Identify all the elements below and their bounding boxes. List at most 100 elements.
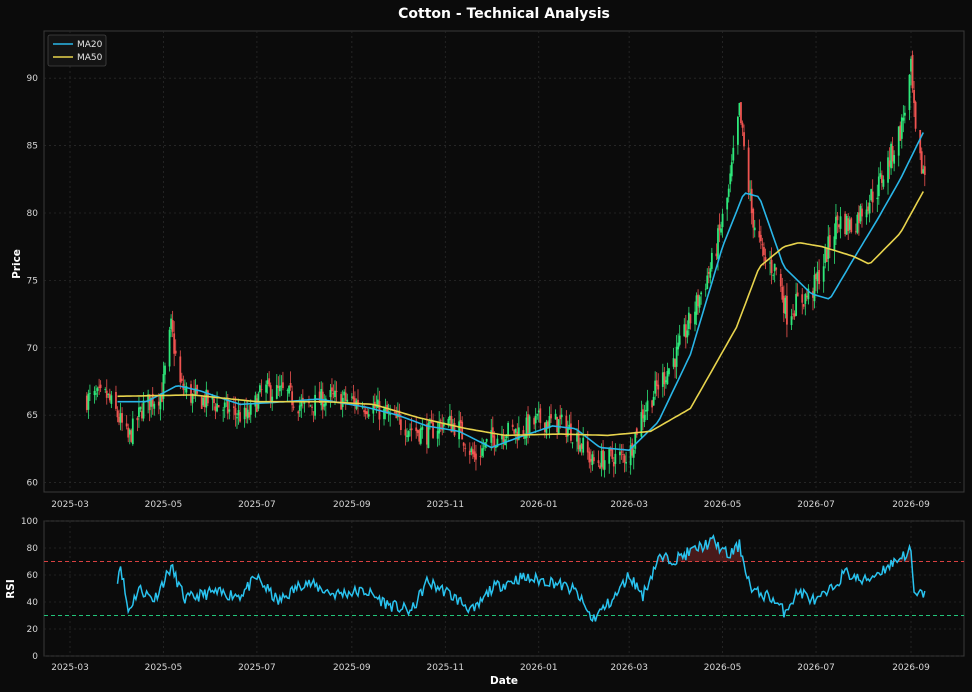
candle-body: [795, 293, 798, 316]
candle-body: [634, 431, 637, 449]
candle-body: [95, 393, 97, 395]
candle-body: [805, 295, 808, 298]
candle-body: [694, 311, 696, 325]
candle-body: [481, 448, 483, 456]
candle-body: [643, 414, 646, 423]
candle-body: [217, 405, 220, 408]
candle-body: [331, 387, 333, 392]
candle-body: [350, 396, 353, 398]
candle-body: [717, 228, 719, 259]
candle-body: [839, 216, 842, 229]
candle-body: [845, 216, 848, 235]
candle-body: [236, 417, 238, 419]
candle-body: [586, 441, 589, 453]
candle-body: [164, 365, 166, 375]
candle-body: [868, 202, 871, 214]
candle-body: [223, 402, 226, 408]
candle-body: [770, 259, 773, 273]
candle-body: [709, 268, 712, 278]
candle-body: [635, 428, 638, 435]
candle-body: [461, 421, 464, 440]
rsi-x-axis-label: Date: [490, 675, 518, 687]
candle-body: [550, 414, 552, 419]
candle-body: [334, 390, 336, 398]
candle-body: [796, 292, 799, 297]
candle-body: [726, 197, 729, 210]
candle-body: [859, 205, 862, 222]
candle-body: [750, 188, 753, 214]
candle-body: [409, 429, 411, 431]
candle-body: [527, 414, 529, 435]
candle-body: [275, 385, 278, 399]
candle-body: [622, 454, 624, 456]
candle-body: [792, 313, 794, 315]
price-x-tick-label: 2026-05: [704, 500, 742, 510]
candle-body: [710, 252, 713, 269]
candle-body: [280, 385, 283, 387]
candle-body: [173, 333, 176, 354]
candle-body: [528, 416, 531, 434]
rsi-x-tick-label: 2025-07: [238, 663, 276, 673]
candle-body: [910, 58, 912, 72]
rsi-y-tick-label: 0: [32, 652, 38, 662]
candle-body: [854, 231, 857, 233]
candle-body: [346, 399, 349, 402]
candle-body: [871, 191, 874, 203]
candle-body: [608, 448, 611, 464]
candle-body: [782, 295, 785, 313]
candle-body: [237, 410, 240, 416]
candle-body: [332, 393, 335, 395]
candle-body: [383, 408, 385, 420]
candle-body: [277, 385, 280, 389]
candle-body: [727, 188, 730, 197]
candle-body: [278, 385, 281, 392]
price-y-axis-label: Price: [11, 249, 23, 279]
candle-body: [128, 429, 131, 435]
candle-body: [593, 457, 595, 462]
rsi-x-tick-label: 2025-05: [145, 663, 183, 673]
legend-label-ma20: MA20: [77, 40, 103, 50]
candle-body: [142, 400, 145, 419]
candle-body: [920, 151, 923, 174]
candle-body: [421, 426, 424, 430]
candle-body: [131, 418, 134, 445]
candle-body: [612, 462, 615, 467]
candle-body: [867, 206, 870, 211]
candle-body: [838, 224, 840, 228]
candle-body: [654, 380, 657, 394]
candle-body: [732, 147, 735, 161]
candle-body: [887, 157, 889, 183]
price-x-tick-label: 2025-03: [51, 500, 89, 510]
price-panel: 60 65 70 75 80 85 90 2025-03 2025-05 2025-07 2025…: [11, 30, 965, 510]
price-x-tick-label: 2025-07: [238, 500, 276, 510]
candle-body: [246, 409, 249, 419]
candle-body: [539, 408, 542, 423]
candle-body: [200, 396, 203, 409]
candle-body: [900, 117, 903, 139]
rsi-y-tick-label: 80: [27, 544, 39, 554]
candle-body: [560, 414, 563, 418]
candle-body: [139, 406, 142, 410]
candle-body: [657, 384, 660, 390]
candle-body: [203, 396, 206, 407]
candle-body: [677, 342, 680, 350]
candle-body: [674, 359, 676, 368]
candle-body: [245, 408, 248, 417]
candle-body: [704, 288, 707, 290]
candle-body: [582, 437, 585, 453]
candle-body: [419, 428, 422, 444]
candle-body: [344, 392, 347, 401]
candle-body: [911, 54, 914, 89]
candle-body: [234, 408, 237, 415]
candle-body: [882, 179, 885, 187]
candle-body: [407, 431, 410, 438]
candle-body: [743, 132, 745, 147]
rsi-x-tick-label: 2025-03: [51, 663, 89, 673]
price-x-tick-label: 2025-05: [145, 500, 183, 510]
candle-body: [922, 169, 925, 174]
candle-body: [602, 450, 604, 469]
candle-body: [847, 218, 850, 231]
candle-body: [908, 74, 911, 111]
candle-body: [824, 248, 827, 263]
candle-body: [485, 438, 488, 442]
